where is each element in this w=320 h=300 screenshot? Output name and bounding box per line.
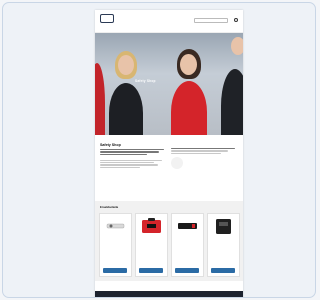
product-card[interactable] bbox=[171, 213, 204, 277]
search-input[interactable] bbox=[194, 18, 228, 23]
intro-text-line bbox=[171, 152, 222, 154]
intro-section: Safety Shop bbox=[95, 141, 243, 171]
black-case-icon bbox=[175, 217, 200, 235]
site-footer bbox=[95, 291, 243, 297]
black-device-icon bbox=[211, 217, 236, 235]
intro-image bbox=[171, 156, 183, 169]
preview-card: Safety Shop Safety Shop Ersatzbetteile bbox=[2, 2, 316, 298]
hero-person-right bbox=[221, 69, 243, 135]
hero-title: Safety Shop bbox=[135, 79, 156, 83]
intro-right bbox=[171, 143, 238, 169]
hero-banner: Safety Shop bbox=[95, 33, 243, 135]
intro-text-line bbox=[171, 148, 235, 150]
hero-face-red bbox=[180, 54, 197, 75]
add-to-cart-button[interactable] bbox=[139, 268, 163, 273]
add-to-cart-button[interactable] bbox=[211, 268, 235, 273]
hero-face-right bbox=[231, 37, 243, 55]
intro-text-line bbox=[100, 166, 141, 169]
product-card[interactable] bbox=[207, 213, 240, 277]
product-card[interactable] bbox=[99, 213, 132, 277]
intro-text-line bbox=[100, 159, 162, 162]
intro-left: Safety Shop bbox=[100, 143, 167, 169]
hero-person-left bbox=[95, 63, 105, 135]
hero-face-blonde bbox=[118, 55, 134, 75]
logo[interactable] bbox=[100, 14, 138, 23]
webpage-thumbnail: Safety Shop Safety Shop Ersatzbetteile bbox=[95, 10, 243, 297]
intro-text-line bbox=[100, 151, 159, 153]
search-icon[interactable] bbox=[234, 18, 238, 22]
add-to-cart-button[interactable] bbox=[175, 268, 199, 273]
device-icon bbox=[103, 217, 128, 235]
products-heading: Ersatzbetteile bbox=[100, 205, 119, 209]
products-section: Ersatzbetteile bbox=[95, 201, 243, 281]
site-header bbox=[95, 10, 243, 33]
intro-text-line bbox=[100, 164, 158, 166]
red-case-icon bbox=[139, 217, 164, 235]
page-title: Safety Shop bbox=[100, 143, 121, 147]
product-card[interactable] bbox=[135, 213, 168, 277]
intro-text-line bbox=[100, 149, 164, 151]
intro-text-line bbox=[171, 150, 228, 152]
logo-icon bbox=[100, 14, 114, 23]
hero-person-red bbox=[171, 81, 207, 135]
add-to-cart-button[interactable] bbox=[103, 268, 127, 273]
hero-person-blonde bbox=[109, 83, 143, 135]
intro-text-line bbox=[100, 162, 154, 164]
intro-text-line bbox=[100, 153, 147, 155]
